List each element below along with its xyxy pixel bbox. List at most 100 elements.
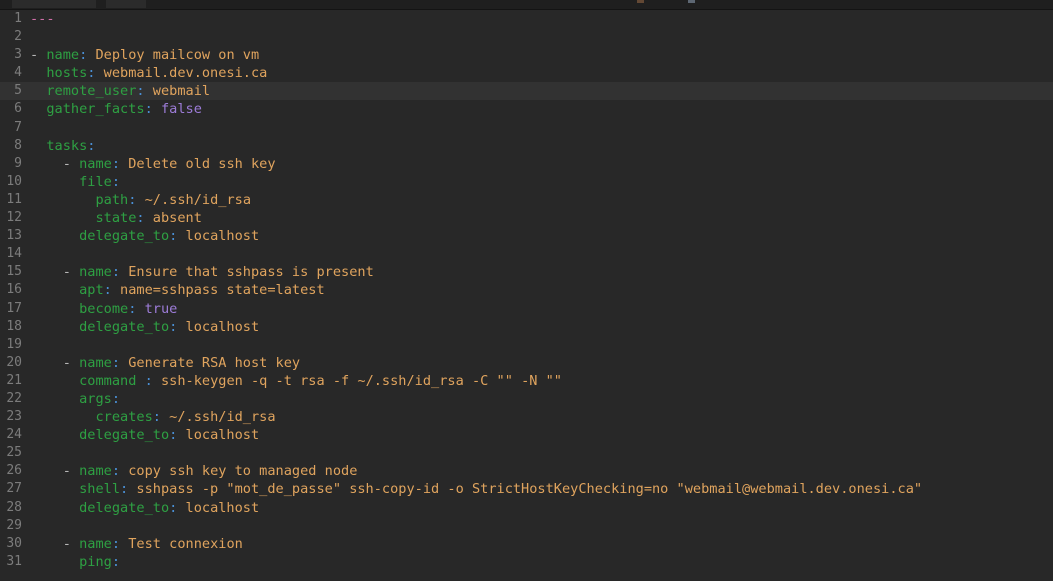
token-key: delegate_to — [79, 427, 170, 444]
token-punc: : — [111, 463, 121, 480]
toolbar-icon-blue[interactable] — [688, 0, 695, 3]
code-line-text: - name: Test connexion — [30, 535, 243, 553]
code-line[interactable]: 7 — [0, 119, 1053, 137]
line-number: 20 — [6, 354, 22, 370]
line-number: 27 — [6, 481, 22, 497]
code-line[interactable]: 9 - name: Delete old ssh key — [0, 155, 1053, 173]
code-line[interactable]: 6 gather_facts: false — [0, 100, 1053, 118]
code-line[interactable]: 11 path: ~/.ssh/id_rsa — [0, 191, 1053, 209]
token-punc: : — [144, 101, 153, 118]
line-number: 23 — [6, 409, 22, 425]
token-dash: - — [30, 47, 47, 64]
code-line[interactable]: 14 — [0, 245, 1053, 263]
editor-tab-secondary[interactable] — [106, 0, 146, 8]
line-number: 26 — [6, 463, 22, 479]
token-key: delegate_to — [79, 318, 170, 335]
code-line-text: --- — [30, 10, 55, 28]
code-line[interactable]: 19 — [0, 336, 1053, 354]
code-line[interactable]: 23 creates: ~/.ssh/id_rsa — [0, 408, 1053, 426]
code-line[interactable]: 27 shell: sshpass -p "mot_de_passe" ssh-… — [0, 480, 1053, 498]
code-line[interactable]: 3 - name: Deploy mailcow on vm — [0, 46, 1053, 64]
code-line[interactable]: 18 delegate_to: localhost — [0, 318, 1053, 336]
code-line[interactable]: 8 tasks: — [0, 137, 1053, 155]
token-key: gather_facts — [46, 101, 145, 118]
line-number: 13 — [6, 228, 22, 244]
editor-tab-primary[interactable] — [12, 0, 96, 8]
code-line[interactable]: 25 — [0, 444, 1053, 462]
line-number: 8 — [14, 137, 22, 153]
token-val: Generate RSA host key — [120, 354, 301, 371]
token-val: copy ssh key to managed node — [120, 463, 358, 480]
code-line[interactable]: 29 — [0, 517, 1053, 535]
code-line-text: ping: — [30, 553, 120, 571]
line-number: 22 — [6, 390, 22, 406]
code-line[interactable]: 17 become: true — [0, 300, 1053, 318]
code-editor[interactable]: 1 --- 2 3- name: Deploy mailcow on vm 4 host… — [0, 10, 1053, 581]
line-number: 14 — [6, 246, 22, 262]
code-line-text: apt: name=sshpass state=latest — [30, 281, 325, 299]
code-line[interactable]: 24 delegate_to: localhost — [0, 426, 1053, 444]
code-line-text: delegate_to: localhost — [30, 426, 259, 444]
code-line[interactable]: 2 — [0, 28, 1053, 46]
line-number: 28 — [6, 499, 22, 515]
toolbar-icon-amber[interactable] — [637, 0, 644, 3]
line-number: 11 — [6, 191, 22, 207]
token-val: name=sshpass state=latest — [111, 282, 325, 299]
token-key: hosts — [46, 65, 88, 82]
code-line[interactable]: 1 --- — [0, 10, 1053, 28]
code-line[interactable]: 4 hosts: webmail.dev.onesi.ca — [0, 64, 1053, 82]
code-line[interactable]: 30 - name: Test connexion — [0, 535, 1053, 553]
code-lines-container[interactable]: 1 --- 2 3- name: Deploy mailcow on vm 4 host… — [0, 10, 1053, 571]
token-val: ~/.ssh/id_rsa — [136, 191, 251, 208]
code-line-text: remote_user: webmail — [30, 82, 210, 100]
token-val: localhost — [177, 499, 260, 516]
code-line[interactable]: 12 state: absent — [0, 209, 1053, 227]
token-punc: : — [136, 372, 153, 389]
line-number: 31 — [6, 553, 22, 569]
code-line[interactable]: 15 - name: Ensure that sshpass is presen… — [0, 263, 1053, 281]
code-line[interactable]: 10 file: — [0, 173, 1053, 191]
token-punc: : — [136, 210, 145, 227]
code-line[interactable]: 20 - name: Generate RSA host key — [0, 354, 1053, 372]
token-key: ping — [79, 553, 112, 570]
line-number: 15 — [6, 264, 22, 280]
token-punc: : — [111, 553, 121, 570]
code-line[interactable]: 28 delegate_to: localhost — [0, 499, 1053, 517]
token-key: name — [79, 264, 112, 281]
line-number: 17 — [6, 300, 22, 316]
token-val: webmail.dev.onesi.ca — [95, 65, 268, 82]
line-number: 30 — [6, 535, 22, 551]
code-line-text: path: ~/.ssh/id_rsa — [30, 191, 251, 209]
code-line[interactable]: 31 ping: — [0, 553, 1053, 571]
token-key: shell — [79, 481, 121, 498]
code-line[interactable]: 21 command : ssh-keygen -q -t rsa -f ~/.… — [0, 372, 1053, 390]
token-key: state — [95, 210, 137, 227]
code-line-text: shell: sshpass -p "mot_de_passe" ssh-cop… — [30, 480, 922, 498]
line-number: 24 — [6, 427, 22, 443]
code-line[interactable]: 22 args: — [0, 390, 1053, 408]
token-bool: true — [136, 300, 178, 317]
code-line-text: - name: Deploy mailcow on vm — [30, 46, 259, 64]
code-line[interactable]: 5 remote_user: webmail — [0, 82, 1053, 101]
code-line-text: delegate_to: localhost — [30, 318, 259, 336]
code-line[interactable]: 26 - name: copy ssh key to managed node — [0, 462, 1053, 480]
code-line-text: become: true — [30, 300, 177, 318]
code-line[interactable]: 13 delegate_to: localhost — [0, 227, 1053, 245]
code-line-text: command : ssh-keygen -q -t rsa -f ~/.ssh… — [30, 372, 562, 390]
token-punc: : — [111, 155, 121, 172]
code-line-text: - name: Delete old ssh key — [30, 155, 276, 173]
line-number: 5 — [14, 83, 22, 99]
code-line[interactable]: 16 apt: name=sshpass state=latest — [0, 281, 1053, 299]
